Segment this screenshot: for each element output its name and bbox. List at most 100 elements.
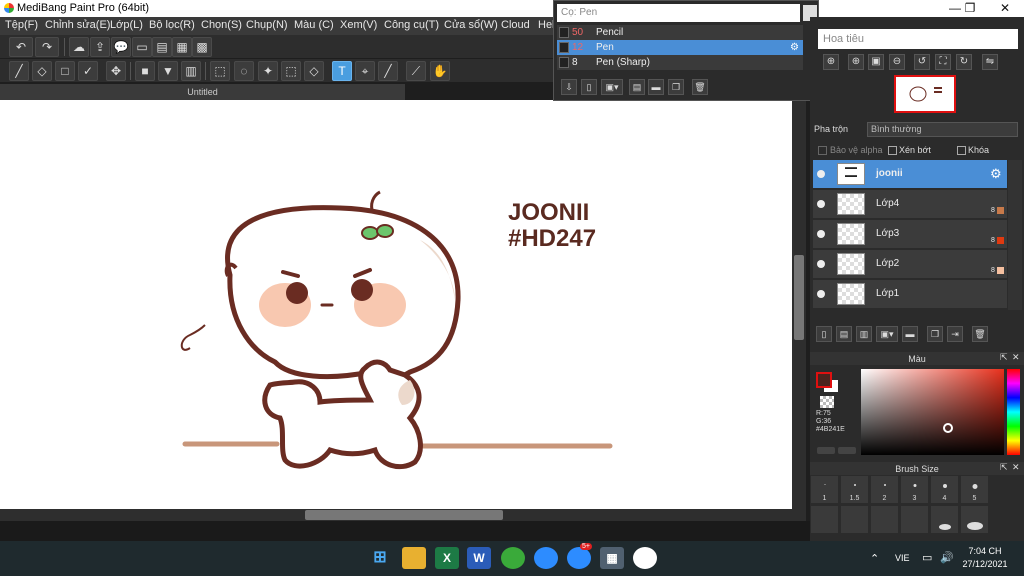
brush-size-cell[interactable]: 4 [930, 475, 959, 504]
clock[interactable]: 7:04 CH 27/12/2021 [955, 545, 1015, 571]
add-layer-menu-icon[interactable]: ▣▾ [876, 326, 898, 342]
volume-icon[interactable]: 🔊 [940, 551, 954, 564]
messenger-app-icon[interactable] [501, 547, 525, 569]
visibility-icon[interactable] [817, 200, 825, 208]
layer-item[interactable]: Lớp3 8 [813, 220, 1007, 249]
divide-tool-icon[interactable]: ╱ [378, 61, 398, 81]
menu-cloud[interactable]: Cloud [501, 19, 530, 31]
calculator-icon[interactable]: ▦ [600, 547, 624, 569]
file-explorer-icon[interactable] [402, 547, 426, 569]
brush-size-cell[interactable] [930, 505, 959, 534]
merge-layer-icon[interactable]: ⇥ [947, 326, 963, 342]
move-tool-icon[interactable]: ✥ [106, 61, 126, 81]
layers-scrollbar[interactable] [1008, 160, 1022, 310]
speech-bubble-icon[interactable]: 💬 [111, 37, 131, 57]
brush-size-cell[interactable] [840, 505, 869, 534]
lock-checkbox[interactable] [957, 146, 966, 155]
layer-item[interactable]: Lớp2 8 [813, 250, 1007, 279]
close-button[interactable]: ✕ [988, 0, 1022, 17]
folder-icon[interactable]: ▬ [648, 79, 664, 95]
rotate-right-icon[interactable]: ↻ [956, 54, 972, 70]
comment-icon[interactable]: ▭ [132, 37, 152, 57]
windows-start-icon[interactable]: ⊞ [368, 547, 392, 569]
layer-item-joonii[interactable]: ▬▬ ▬▬ joonii ⚙ [813, 160, 1007, 189]
visibility-icon[interactable] [817, 170, 825, 178]
zoom-plus-icon[interactable]: ⊕ [848, 54, 864, 70]
hand-tool-icon[interactable]: ✋ [430, 61, 450, 81]
brush-tool-icon[interactable]: ╱ [9, 61, 29, 81]
canvas-tab[interactable]: Untitled [0, 84, 405, 100]
share-icon[interactable]: ⇪ [90, 37, 110, 57]
visibility-icon[interactable] [817, 260, 825, 268]
chat-app-icon[interactable] [567, 547, 591, 569]
visibility-icon[interactable] [817, 230, 825, 238]
brush-search-input[interactable]: Cọ: Pen [557, 4, 800, 22]
brush-item[interactable]: 50 Pencil [557, 25, 803, 40]
gear-icon[interactable]: ⚙ [790, 40, 799, 55]
text-tool-icon[interactable]: T [332, 61, 352, 81]
menu-view[interactable]: Xem(V) [340, 19, 377, 31]
zoom-in-icon[interactable]: ⊕ [823, 54, 839, 70]
transparent-color-swatch[interactable] [820, 396, 834, 408]
snap-icon[interactable]: ▩ [192, 37, 212, 57]
trash-icon[interactable]: 🗑 [972, 326, 988, 342]
undo-icon[interactable]: ↶ [9, 37, 33, 57]
close-icon[interactable]: ✕ [1012, 352, 1020, 363]
brush-item-selected[interactable]: 12 Pen ⚙ [557, 40, 803, 55]
brush-size-cell[interactable]: 1.5 [840, 475, 869, 504]
brush-item[interactable]: 8 Pen (Sharp) [557, 55, 803, 70]
gear-icon[interactable]: ⚙ [990, 166, 1002, 182]
menu-color[interactable]: Màu (C) [294, 19, 334, 31]
maximize-button[interactable]: ❐ [953, 0, 987, 17]
new-brush-icon[interactable]: ▯ [581, 79, 597, 95]
pen-edit-tool-icon[interactable]: ✓ [78, 61, 98, 81]
brush-settings-icon[interactable]: ▤ [629, 79, 645, 95]
brush-size-cell[interactable] [900, 505, 929, 534]
cloud-icon[interactable]: ☁ [69, 37, 89, 57]
brush-size-cell[interactable] [870, 505, 899, 534]
select-rect-tool-icon[interactable]: ⬚ [210, 61, 230, 81]
new-8bit-layer-icon[interactable]: ▥ [856, 326, 872, 342]
select-pen-tool-icon[interactable]: ⬚ [281, 61, 301, 81]
lasso-tool-icon[interactable]: ◌ [234, 61, 254, 81]
menu-window[interactable]: Cửa sổ(W) [444, 19, 498, 31]
layer-item[interactable]: Lớp4 8 [813, 190, 1007, 219]
scroll-thumb[interactable] [794, 255, 804, 340]
fit-icon[interactable]: ▣ [868, 54, 884, 70]
gradient-tool-icon[interactable]: ▥ [181, 61, 201, 81]
menu-select[interactable]: Chọn(S) [201, 19, 242, 31]
protect-alpha-checkbox[interactable] [818, 146, 827, 155]
brush-size-cell[interactable]: 2 [870, 475, 899, 504]
zoom-out-icon[interactable]: ⊖ [889, 54, 905, 70]
trash-icon[interactable]: 🗑 [692, 79, 708, 95]
zoom-app-icon[interactable] [534, 547, 558, 569]
scroll-thumb[interactable] [305, 510, 503, 520]
canvas-vertical-scrollbar[interactable] [792, 100, 806, 509]
color-picker-area[interactable] [861, 369, 1004, 455]
operation-tool-icon[interactable]: ⌖ [355, 61, 375, 81]
color-picker-cursor[interactable] [943, 423, 953, 433]
rectangle-tool-icon[interactable]: □ [55, 61, 75, 81]
chevron-up-icon[interactable]: ⌃ [870, 552, 879, 565]
close-icon[interactable]: ✕ [1012, 462, 1020, 473]
excel-icon[interactable]: X [435, 547, 459, 569]
duplicate-icon[interactable]: ❐ [668, 79, 684, 95]
color-mode-button[interactable] [817, 447, 835, 454]
canvas-horizontal-scrollbar[interactable] [0, 509, 806, 521]
foreground-color-swatch[interactable] [816, 372, 832, 388]
menu-filter[interactable]: Bộ lọc(R) [149, 19, 195, 31]
color-mode-button[interactable] [838, 447, 856, 454]
page-icon[interactable]: ▤ [152, 37, 172, 57]
brush-size-cell[interactable] [810, 505, 839, 534]
medibang-app-icon[interactable] [633, 547, 657, 569]
magic-wand-tool-icon[interactable]: ✦ [258, 61, 278, 81]
blend-mode-select[interactable]: Bình thường [867, 122, 1018, 137]
fill-rect-tool-icon[interactable]: ■ [135, 61, 155, 81]
new-layer-icon[interactable]: ▯ [816, 326, 832, 342]
select-eraser-tool-icon[interactable]: ◇ [304, 61, 324, 81]
word-icon[interactable]: W [467, 547, 491, 569]
bucket-tool-icon[interactable]: ▼ [158, 61, 178, 81]
visibility-icon[interactable] [817, 290, 825, 298]
navigator-thumbnail[interactable] [894, 75, 956, 113]
fit-window-icon[interactable]: ⛶ [935, 54, 951, 70]
